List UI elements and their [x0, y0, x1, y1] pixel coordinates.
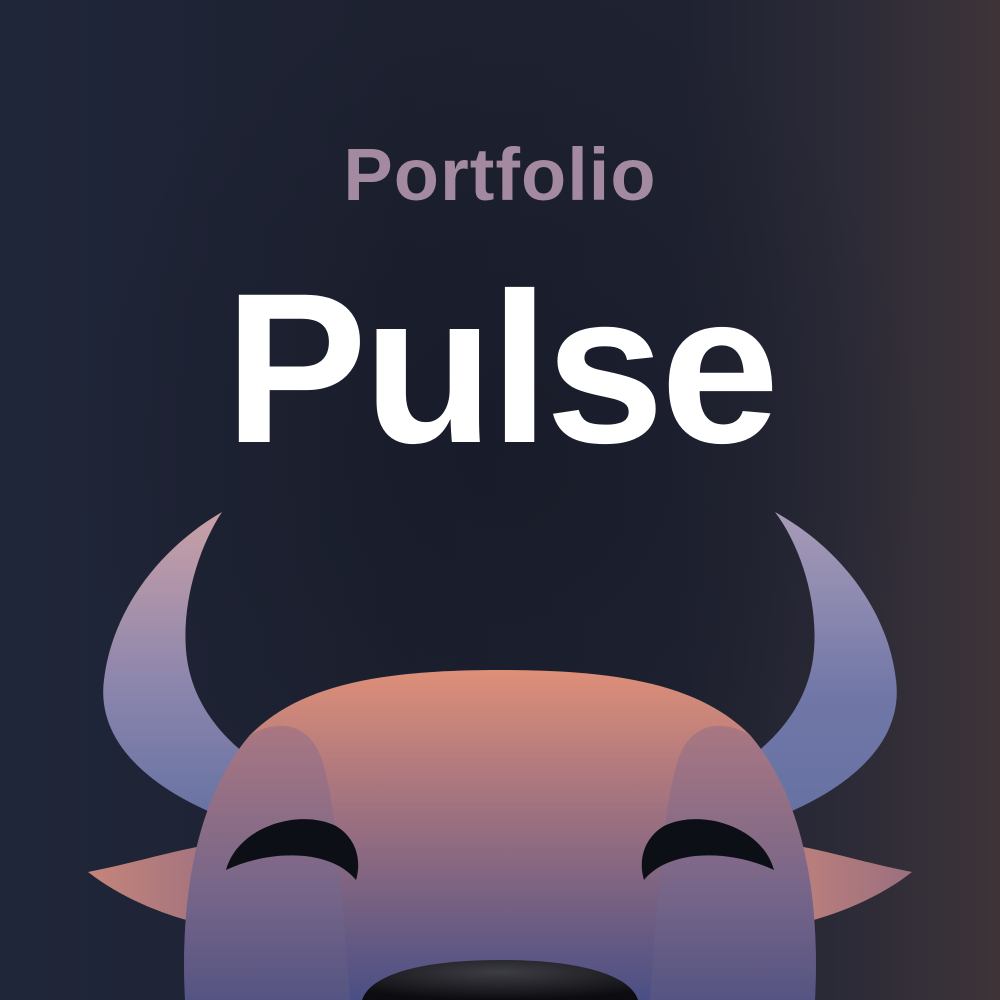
bull-head-icon — [88, 512, 912, 1000]
